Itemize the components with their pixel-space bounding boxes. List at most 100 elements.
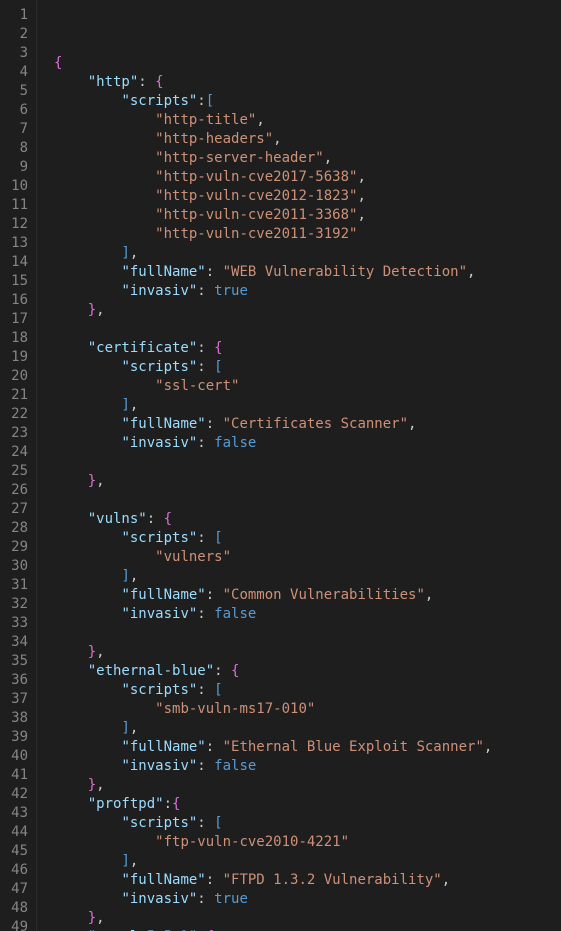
line-number: 39 [0, 728, 28, 747]
code-line [54, 624, 561, 643]
line-number: 30 [0, 557, 28, 576]
line-number: 31 [0, 576, 28, 595]
token-punc: , [442, 872, 450, 888]
token-punc: : [197, 283, 214, 299]
token-key: "invasiv" [121, 891, 197, 907]
token-punc: , [425, 587, 433, 603]
line-number: 27 [0, 500, 28, 519]
line-number: 36 [0, 671, 28, 690]
line-number: 7 [0, 120, 28, 139]
token-bool: true [214, 283, 248, 299]
line-number: 10 [0, 177, 28, 196]
token-punc: , [484, 739, 492, 755]
token-string: "http-vuln-cve2012-1823" [155, 188, 357, 204]
token-punc: : [197, 340, 214, 356]
token-bracket: ] [121, 397, 129, 413]
line-number: 40 [0, 747, 28, 766]
line-number: 16 [0, 291, 28, 310]
token-punc: : [164, 796, 172, 812]
line-number: 23 [0, 424, 28, 443]
line-number: 4 [0, 63, 28, 82]
token-bracket: ] [121, 720, 129, 736]
token-punc: , [130, 568, 138, 584]
token-bracket: ] [121, 853, 129, 869]
token-string: "ftp-vuln-cve2010-4221" [155, 834, 349, 850]
token-bool: false [214, 606, 256, 622]
code-line: "fullName": "Common Vulnerabilities", [54, 586, 561, 605]
token-punc: , [357, 207, 365, 223]
code-line: "certificate": { [54, 339, 561, 358]
token-punc: , [96, 644, 104, 660]
code-content[interactable]: { "http": { "scripts":[ "http-title", "h… [36, 0, 561, 931]
code-line: }, [54, 472, 561, 491]
code-line: "invasiv": false [54, 757, 561, 776]
code-line: "http-headers", [54, 130, 561, 149]
token-brace: { [231, 663, 239, 679]
line-number: 28 [0, 519, 28, 538]
code-line: ], [54, 396, 561, 415]
line-number: 45 [0, 842, 28, 861]
code-line: "scripts": [ [54, 814, 561, 833]
code-line: "ethernal-blue": { [54, 662, 561, 681]
code-line: ], [54, 244, 561, 263]
line-number: 26 [0, 481, 28, 500]
code-line [54, 320, 561, 339]
code-line: }, [54, 301, 561, 320]
token-punc: , [357, 188, 365, 204]
token-string: "Common Vulnerabilities" [223, 587, 425, 603]
token-string: "FTPD 1.3.2 Vulnerability" [223, 872, 442, 888]
token-string: "http-title" [155, 112, 256, 128]
code-line: "vulns": { [54, 510, 561, 529]
token-bracket: [ [214, 530, 222, 546]
token-punc: : [197, 815, 214, 831]
token-brace: } [88, 302, 96, 318]
code-line: "invasiv": true [54, 282, 561, 301]
token-punc: : [197, 530, 214, 546]
token-punc: , [324, 150, 332, 166]
token-key: "vulns" [88, 511, 147, 527]
line-number: 11 [0, 196, 28, 215]
token-punc: : [197, 435, 214, 451]
token-key: "fullName" [121, 416, 205, 432]
token-brace: } [88, 473, 96, 489]
token-brace: { [214, 340, 222, 356]
token-punc: : [206, 739, 223, 755]
token-key: "http" [88, 74, 139, 90]
token-key: "fullName" [121, 264, 205, 280]
code-line: "scripts": [ [54, 358, 561, 377]
token-string: "vulners" [155, 549, 231, 565]
code-line: "invasiv": true [54, 890, 561, 909]
token-punc: , [130, 720, 138, 736]
line-number: 18 [0, 329, 28, 348]
token-string: "http-vuln-cve2017-5638" [155, 169, 357, 185]
token-key: "fullName" [121, 739, 205, 755]
code-line: ], [54, 719, 561, 738]
line-number: 35 [0, 652, 28, 671]
token-key: "scripts" [121, 93, 197, 109]
token-key: "scripts" [121, 815, 197, 831]
token-string: "http-vuln-cve2011-3192" [155, 226, 357, 242]
token-punc: , [130, 853, 138, 869]
line-number: 6 [0, 101, 28, 120]
token-string: "http-vuln-cve2011-3368" [155, 207, 357, 223]
token-bracket: [ [206, 93, 214, 109]
code-line: "http-vuln-cve2011-3368", [54, 206, 561, 225]
code-line: ], [54, 567, 561, 586]
token-punc: , [273, 131, 281, 147]
token-brace: { [155, 74, 163, 90]
line-number: 19 [0, 348, 28, 367]
code-line: "fullName": "Ethernal Blue Exploit Scann… [54, 738, 561, 757]
token-punc: , [130, 245, 138, 261]
token-punc: : [197, 758, 214, 774]
token-punc: : [206, 872, 223, 888]
token-brace: { [54, 55, 62, 71]
line-number: 15 [0, 272, 28, 291]
line-number: 24 [0, 443, 28, 462]
token-key: "invasiv" [121, 606, 197, 622]
line-number: 14 [0, 253, 28, 272]
line-number: 44 [0, 823, 28, 842]
code-line: "http": { [54, 73, 561, 92]
code-line: "fullName": "Certificates Scanner", [54, 415, 561, 434]
token-punc: : [147, 511, 164, 527]
code-line: "http-title", [54, 111, 561, 130]
